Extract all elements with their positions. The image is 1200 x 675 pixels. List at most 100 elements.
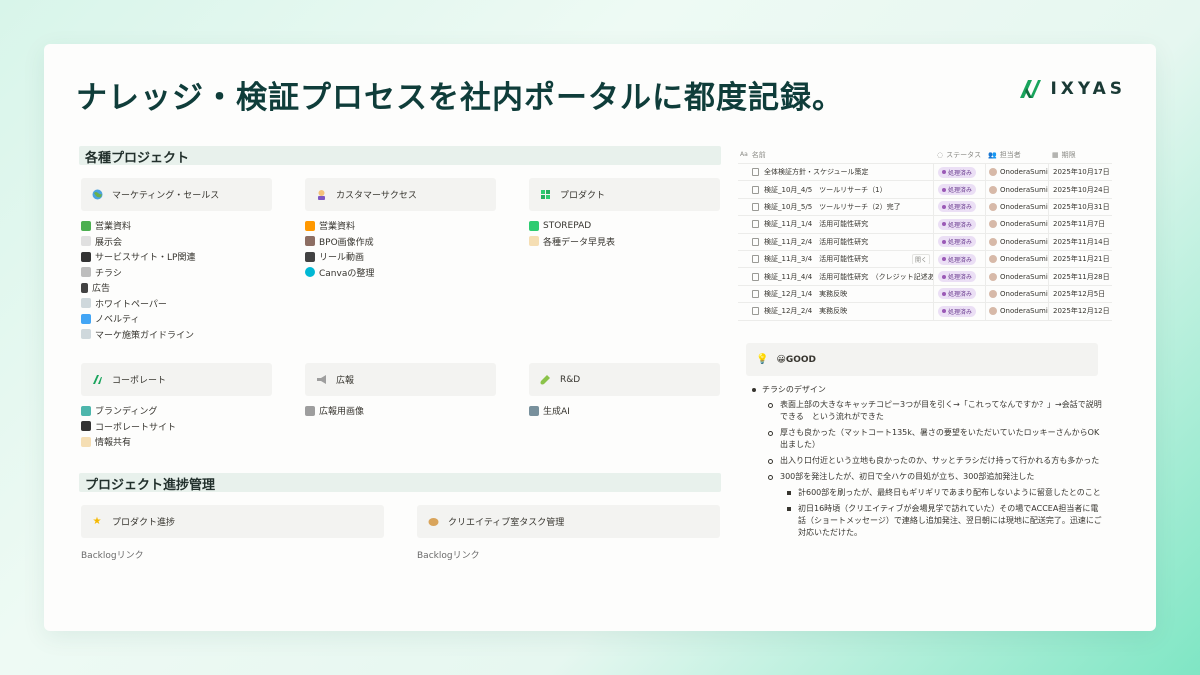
avatar (989, 185, 997, 194)
table-row[interactable]: 検証_12月_2/4 実務反映 処理済み OnoderaSumino 2025年12月… (738, 303, 1112, 321)
table-row[interactable]: 検証_11月_2/4 活用可能性研究 処理済み OnoderaSumino 2025年… (738, 233, 1112, 251)
group-marketing-tile[interactable]: マーケティング・セールス (81, 178, 272, 211)
status-badge[interactable]: 処理済み (938, 201, 977, 213)
status-badge[interactable]: 処理済み (938, 305, 977, 317)
list-item[interactable]: ホワイトペーパー (81, 296, 195, 312)
backlog-link-product[interactable]: Backlogリンク (81, 548, 144, 561)
page-icon (752, 307, 759, 316)
puzzle-icon (529, 220, 539, 231)
product-list: STOREPAD 各種データ早見表 (529, 218, 615, 249)
list-item[interactable]: 営業資料 (81, 218, 195, 234)
text-property-icon: Aa (740, 151, 748, 158)
status-badge[interactable]: 処理済み (938, 218, 977, 230)
group-product-label: プロダクト (560, 191, 606, 201)
note-sub: 出入り口付近という立地も良かったのか、サッとチラシだけ持って行かれる方も多かった (750, 455, 1102, 467)
row-name: 検証_12月_2/4 実務反映 (764, 307, 848, 316)
table-row[interactable]: 検証_12月_1/4 実務反映 処理済み OnoderaSumino 2025年12月… (738, 285, 1112, 304)
avatar (989, 168, 997, 177)
table-row[interactable]: 検証_11月_1/4 活用可能性研究 処理済み OnoderaSumino 2025年… (738, 216, 1112, 234)
note-sub: 表面上部の大きなキャッチコピー3つが目を引く→「これってなんですか？」→会話で説… (750, 399, 1102, 423)
list-item[interactable]: 生成AI (529, 403, 570, 419)
list-item[interactable]: 展示会 (81, 234, 195, 250)
note-sub: 300部を発注したが、初日で全ハケの目処が立ち、300部追加発注した (750, 471, 1102, 483)
logo-mark-icon (91, 374, 103, 386)
open-button[interactable]: 開く (911, 254, 930, 265)
table-row[interactable]: 検証_10月_4/5 ツールリサーチ（1） 処理済み OnoderaSumino 20… (738, 181, 1112, 199)
row-name: 検証_10月_5/5 ツールリサーチ（2）完了 (764, 202, 901, 211)
row-name: 検証_11月_4/4 活用可能性研究 （クレジット記述あり） (764, 272, 933, 281)
avatar (989, 202, 997, 211)
megaphone-icon (305, 405, 315, 416)
avatar (989, 220, 997, 229)
marketing-list: 営業資料 展示会 サービスサイト・LP関連 チラシ 広告 ホワイトペーパー ノベ… (81, 218, 195, 342)
list-item[interactable]: BPO画像作成 (305, 234, 374, 250)
product-progress-tile[interactable]: ★ プロダクト進捗 (81, 505, 384, 538)
assignee: OnoderaSumino (1000, 255, 1048, 264)
logo-text: IXYAS (1050, 79, 1126, 99)
table-header: Aa 名前 ◌ ステータス 👥 担当者 ▦ 期限 (738, 146, 1112, 164)
group-cs-tile[interactable]: カスタマーサクセス (305, 178, 496, 211)
table-row[interactable]: 検証_11月_3/4 活用可能性研究 開く処理済み OnoderaSumino 202… (738, 250, 1112, 269)
group-corporate-label: コーポレート (112, 376, 167, 386)
list-item[interactable]: 情報共有 (81, 434, 176, 450)
backlog-link-creative[interactable]: Backlogリンク (417, 548, 480, 561)
creative-task-tile[interactable]: クリエイティブ室タスク管理 (417, 505, 720, 538)
list-item[interactable]: Canvaの整理 (305, 265, 374, 281)
orange-book-icon (305, 220, 315, 231)
canva-icon (305, 267, 315, 278)
group-rnd-tile[interactable]: R&D (529, 363, 720, 396)
status-dot (942, 257, 946, 262)
section-projects: 各種プロジェクト (79, 146, 721, 166)
group-cs-label: カスタマーサクセス (336, 191, 417, 201)
status-badge[interactable]: 処理済み (938, 184, 977, 196)
table-row[interactable]: 検証_11月_4/4 活用可能性研究 （クレジット記述あり） 処理済み Onoder… (738, 268, 1112, 286)
corporate-list: ブランディング コーポレートサイト 情報共有 (81, 403, 176, 450)
notes-list: チラシのデザイン 表面上部の大きなキャッチコピー3つが目を引く→「これってなんで… (750, 384, 1102, 543)
list-item[interactable]: 営業資料 (305, 218, 374, 234)
group-corporate-tile[interactable]: コーポレート (81, 363, 272, 396)
star-icon: ★ (92, 516, 102, 527)
status-badge[interactable]: 処理済み (938, 288, 977, 300)
status-badge[interactable]: 処理済み (938, 166, 977, 178)
row-name: 検証_11月_3/4 活用可能性研究 (764, 255, 869, 264)
megaphone-icon (315, 374, 327, 386)
assignee: OnoderaSumino (1000, 237, 1048, 246)
list-item[interactable]: コーポレートサイト (81, 419, 176, 435)
group-product-tile[interactable]: プロダクト (529, 178, 720, 211)
list-item[interactable]: 広報用画像 (305, 403, 364, 419)
list-item[interactable]: マーケ施策ガイドライン (81, 327, 195, 343)
note-sub: 厚さも良かった（マットコート135k、暑さの要望をいただいていたロッキーさんから… (750, 427, 1102, 451)
list-item[interactable]: チラシ (81, 265, 195, 281)
product-progress-label: プロダクト進捗 (112, 518, 176, 528)
page-icon (752, 255, 759, 264)
status-dot (942, 222, 946, 227)
avatar (989, 237, 997, 246)
list-item[interactable]: リール動画 (305, 249, 374, 265)
status-badge[interactable]: 処理済み (938, 253, 977, 265)
list-item[interactable]: 広告 (81, 280, 195, 296)
group-pr-tile[interactable]: 広報 (305, 363, 496, 396)
page-icon (81, 329, 91, 340)
row-name: 検証_12月_1/4 実務反映 (764, 289, 848, 298)
page-title: ナレッジ・検証プロセスを社内ポータルに都度記録。 (76, 80, 844, 116)
list-item[interactable]: ブランディング (81, 403, 176, 419)
table-row[interactable]: 検証_10月_5/5 ツールリサーチ（2）完了 処理済み OnoderaSumino… (738, 198, 1112, 217)
status-dot (942, 204, 946, 209)
assignee: OnoderaSumino (1000, 307, 1048, 316)
list-item[interactable]: サービスサイト・LP関連 (81, 249, 195, 265)
robot-icon (529, 405, 539, 416)
list-item[interactable]: 各種データ早見表 (529, 234, 615, 250)
status-badge[interactable]: 処理済み (938, 271, 977, 283)
status-badge[interactable]: 処理済み (938, 236, 977, 248)
laptop-icon (81, 421, 91, 432)
row-name: 検証_11月_1/4 活用可能性研究 (764, 220, 869, 229)
list-item[interactable]: ノベルティ (81, 311, 195, 327)
list-item[interactable]: STOREPAD (529, 218, 615, 234)
status-property-icon: ◌ (937, 150, 944, 159)
due-date: 2025年10月17日 (1053, 168, 1110, 177)
due-date: 2025年12月5日 (1053, 289, 1106, 298)
avatar (989, 272, 997, 281)
person-property-icon: 👥 (988, 150, 997, 159)
status-dot (942, 309, 946, 314)
table-row[interactable]: 全体検証方針・スケジュール策定 処理済み OnoderaSumino 2025年10月… (738, 164, 1112, 182)
